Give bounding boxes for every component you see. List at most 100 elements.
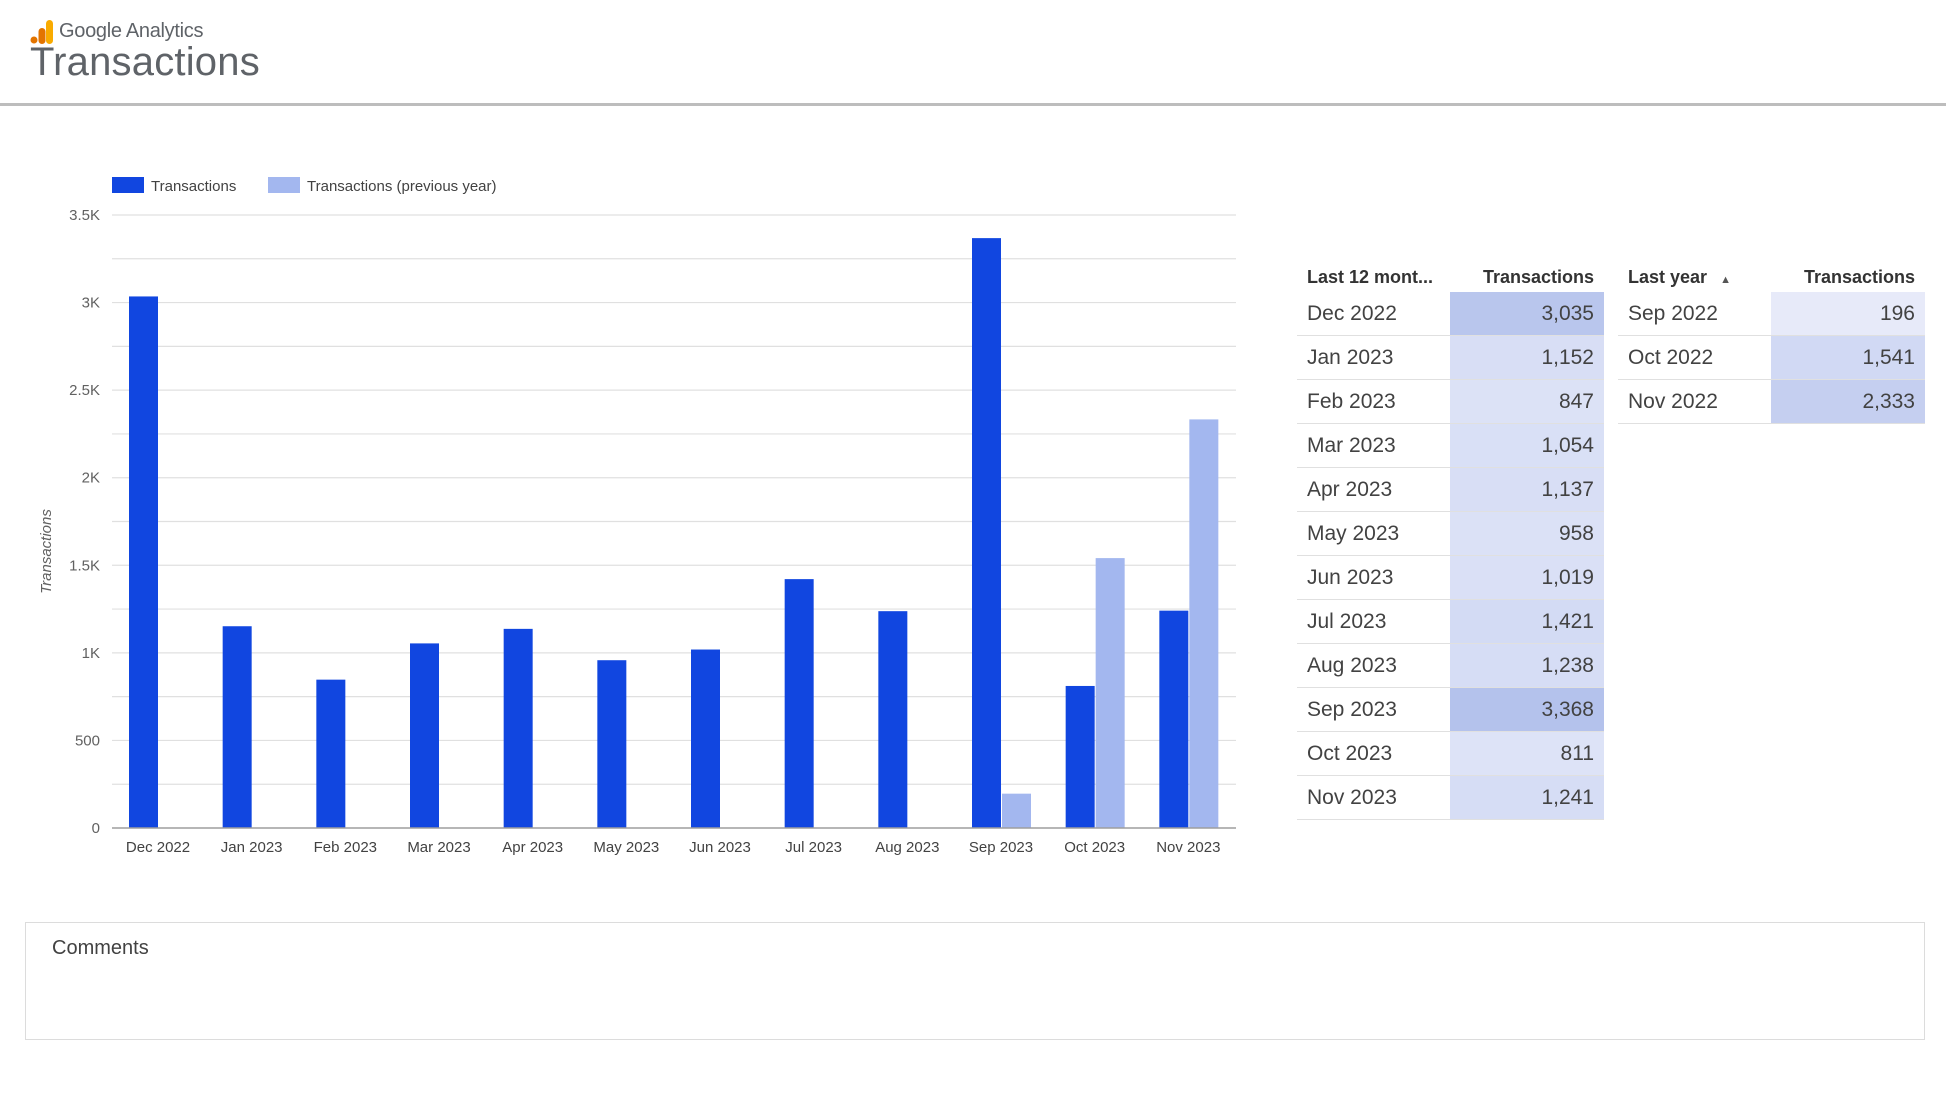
y-tick-label: 3K xyxy=(82,295,100,312)
bar-transactions[interactable] xyxy=(691,649,720,828)
cell-month: Oct 2022 xyxy=(1628,345,1714,369)
column-header-last-year[interactable]: Last year ▲ xyxy=(1618,267,1776,288)
column-header-transactions[interactable]: Transactions xyxy=(1776,267,1925,288)
table-row[interactable]: Jan 2023 1,152 xyxy=(1297,336,1604,380)
cell-transactions: 3,368 xyxy=(1450,688,1604,731)
bar-transactions[interactable] xyxy=(1065,685,1095,828)
cell-month: Sep 2023 xyxy=(1307,697,1397,721)
bar-transactions[interactable] xyxy=(597,660,627,828)
last-year-table: Last year ▲ Transactions Sep 2022 196 Oct … xyxy=(1618,252,1925,424)
table-header-row: Last year ▲ Transactions xyxy=(1618,252,1925,292)
cell-transactions: 811 xyxy=(1450,732,1604,775)
report-page: Google Analytics Transactions Transactio… xyxy=(0,0,1946,1095)
x-tick-label: Oct 2023 xyxy=(1064,839,1125,856)
cell-month: Sep 2022 xyxy=(1628,301,1718,325)
cell-month: Mar 2023 xyxy=(1307,433,1396,457)
cell-transactions: 1,421 xyxy=(1450,600,1604,643)
table-row[interactable]: Jun 2023 1,019 xyxy=(1297,556,1604,600)
y-tick-label: 500 xyxy=(75,732,100,749)
cell-transactions: 847 xyxy=(1450,380,1604,423)
table-row[interactable]: Oct 2022 1,541 xyxy=(1618,336,1925,380)
cell-transactions: 1,054 xyxy=(1450,424,1604,467)
table-body: Sep 2022 196 Oct 2022 1,541 Nov 2022 2,333 xyxy=(1618,292,1925,424)
bar-transactions[interactable] xyxy=(503,628,533,828)
cell-transactions: 1,019 xyxy=(1450,556,1604,599)
table-row[interactable]: Mar 2023 1,054 xyxy=(1297,424,1604,468)
column-header-last-12-months[interactable]: Last 12 mont... xyxy=(1297,267,1455,288)
bar-transactions[interactable] xyxy=(1159,610,1189,828)
bar-transactions-previous-year[interactable] xyxy=(1095,558,1125,828)
sort-ascending-icon[interactable]: ▲ xyxy=(1720,274,1731,286)
x-tick-label: Sep 2023 xyxy=(969,839,1033,856)
cell-transactions: 1,152 xyxy=(1450,336,1604,379)
x-tick-label: Jun 2023 xyxy=(689,839,751,856)
y-tick-label: 3.5K xyxy=(69,207,100,224)
bar-transactions[interactable] xyxy=(222,626,252,828)
legend-label-previous-year: Transactions (previous year) xyxy=(307,178,497,195)
cell-transactions: 2,333 xyxy=(1771,380,1925,423)
table-row[interactable]: Oct 2023 811 xyxy=(1297,732,1604,776)
table-row[interactable]: Nov 2022 2,333 xyxy=(1618,380,1925,424)
chart-bars xyxy=(129,238,1219,828)
column-header-transactions[interactable]: Transactions xyxy=(1455,267,1604,288)
cell-transactions: 1,238 xyxy=(1450,644,1604,687)
table-row[interactable]: Jul 2023 1,421 xyxy=(1297,600,1604,644)
cell-month: Jan 2023 xyxy=(1307,345,1394,369)
table-row[interactable]: Sep 2022 196 xyxy=(1618,292,1925,336)
bar-transactions[interactable] xyxy=(784,579,814,828)
bar-transactions-previous-year[interactable] xyxy=(1189,419,1219,828)
y-tick-label: 2K xyxy=(82,470,100,487)
cell-month: Jun 2023 xyxy=(1307,565,1394,589)
y-tick-label: 0 xyxy=(92,820,100,837)
bar-transactions[interactable] xyxy=(410,643,439,828)
bar-transactions[interactable] xyxy=(878,611,908,828)
bar-transactions[interactable] xyxy=(129,296,158,828)
transactions-bar-chart: Transactions Transactions (previous year… xyxy=(38,177,1236,856)
y-tick-label: 2.5K xyxy=(69,382,100,399)
cell-month: Oct 2023 xyxy=(1307,741,1393,765)
cell-month: Nov 2023 xyxy=(1307,785,1397,809)
cell-month: Apr 2023 xyxy=(1307,477,1393,501)
cell-transactions: 1,137 xyxy=(1450,468,1604,511)
chart-legend: Transactions Transactions (previous year… xyxy=(112,177,497,195)
x-tick-label: Jul 2023 xyxy=(785,839,842,856)
cell-transactions: 958 xyxy=(1450,512,1604,555)
table-row[interactable]: May 2023 958 xyxy=(1297,512,1604,556)
chart-y-ticks: 0 500 1K 1.5K 2K 2.5K 3K 3.5K xyxy=(69,207,100,837)
y-tick-label: 1K xyxy=(82,645,100,662)
legend-swatch-previous-year xyxy=(268,177,300,193)
table-row[interactable]: Nov 2023 1,241 xyxy=(1297,776,1604,820)
table-header-row: Last 12 mont... Transactions xyxy=(1297,252,1604,292)
x-tick-label: Nov 2023 xyxy=(1156,839,1220,856)
legend-swatch-transactions xyxy=(112,177,144,193)
table-row[interactable]: Apr 2023 1,137 xyxy=(1297,468,1604,512)
x-tick-label: Jan 2023 xyxy=(221,839,283,856)
y-axis-label: Transactions xyxy=(38,509,55,594)
bar-transactions-previous-year[interactable] xyxy=(1002,793,1031,828)
cell-month: Feb 2023 xyxy=(1307,389,1396,413)
cell-month: Dec 2022 xyxy=(1307,301,1397,325)
column-header-last-year-label: Last year xyxy=(1628,267,1708,287)
x-tick-label: Mar 2023 xyxy=(407,839,470,856)
cell-transactions: 196 xyxy=(1771,292,1925,335)
table-body: Dec 2022 3,035 Jan 2023 1,152 Feb 2023 847 Mar… xyxy=(1297,292,1604,820)
x-tick-label: May 2023 xyxy=(593,839,659,856)
x-tick-label: Feb 2023 xyxy=(314,839,377,856)
cell-transactions: 3,035 xyxy=(1450,292,1604,335)
cell-month: Jul 2023 xyxy=(1307,609,1387,633)
comments-label: Comments xyxy=(52,937,149,959)
cell-month: May 2023 xyxy=(1307,521,1400,545)
last-12-months-table: Last 12 mont... Transactions Dec 2022 3,0… xyxy=(1297,252,1604,820)
table-row[interactable]: Feb 2023 847 xyxy=(1297,380,1604,424)
bar-transactions[interactable] xyxy=(316,679,346,828)
table-row[interactable]: Aug 2023 1,238 xyxy=(1297,644,1604,688)
cell-transactions: 1,241 xyxy=(1450,776,1604,819)
cell-month: Nov 2022 xyxy=(1628,389,1718,413)
table-row[interactable]: Dec 2022 3,035 xyxy=(1297,292,1604,336)
comments-box[interactable]: Comments xyxy=(25,922,1925,1040)
x-tick-label: Aug 2023 xyxy=(875,839,939,856)
x-tick-label: Apr 2023 xyxy=(502,839,563,856)
bar-transactions[interactable] xyxy=(972,238,1001,828)
report-header: Google Analytics Transactions xyxy=(0,0,1946,106)
table-row[interactable]: Sep 2023 3,368 xyxy=(1297,688,1604,732)
